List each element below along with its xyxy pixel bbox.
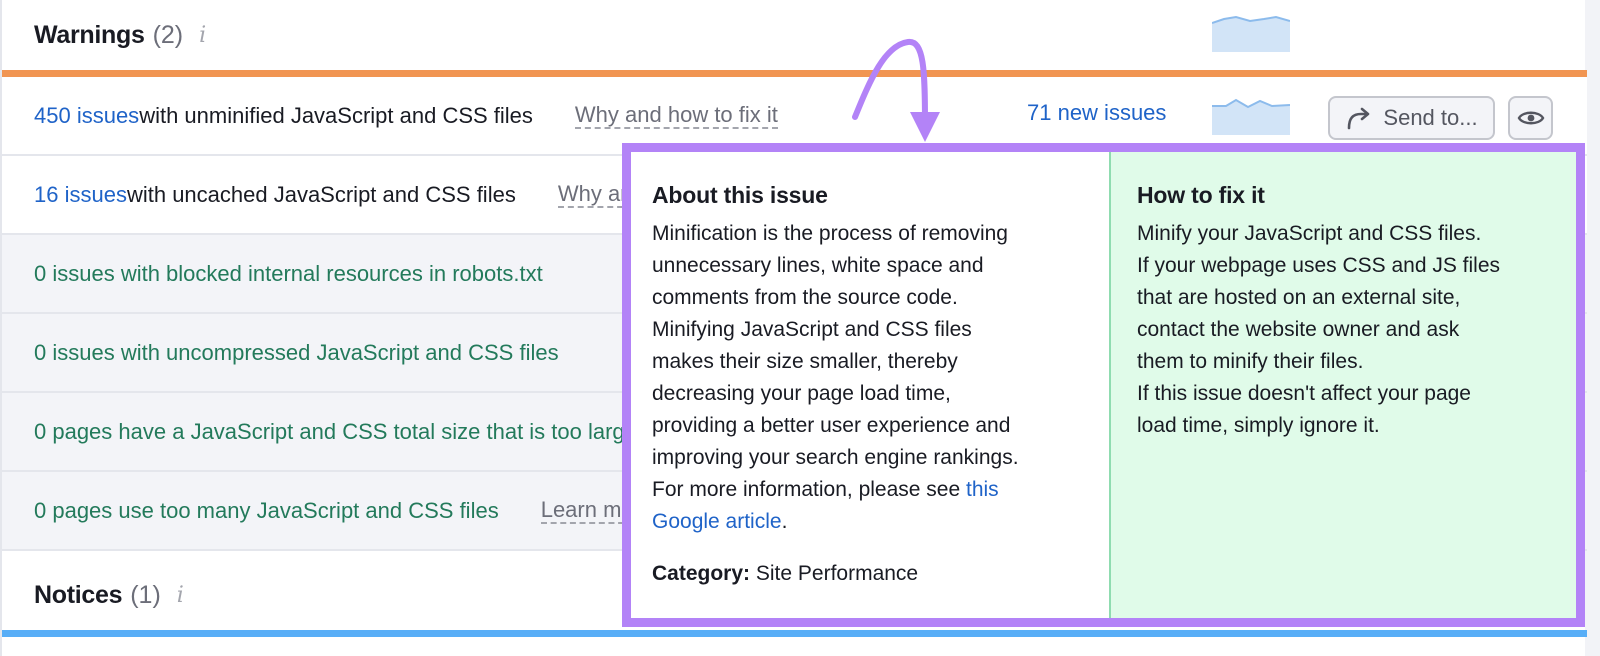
warnings-header: Warnings (2) i: [2, 0, 1587, 70]
issue-help-popover: About this issue Minification is the pro…: [622, 143, 1585, 627]
issue-trend-sparkline: [1212, 98, 1290, 135]
about-more-info-line: For more information, please see this: [652, 474, 1089, 506]
category-label: Category:: [652, 562, 751, 585]
warnings-trend-sparkline: [1212, 15, 1290, 52]
eye-icon: [1517, 111, 1544, 125]
notices-title: Notices: [34, 580, 123, 609]
why-and-how-to-fix-link[interactable]: Why and how to fix it: [574, 102, 778, 129]
notices-count: (1): [130, 580, 161, 609]
fix-line: Minify your JavaScript and CSS files.: [1137, 222, 1482, 245]
warnings-count: (2): [152, 20, 184, 49]
about-line: makes their size smaller, thereby: [652, 350, 958, 373]
issue-description: 0 pages have a JavaScript and CSS total …: [34, 418, 637, 444]
warnings-title: Warnings: [34, 20, 145, 49]
issue-description: with uncached JavaScript and CSS files: [126, 181, 516, 207]
warnings-severity-bar: [2, 70, 1587, 77]
about-line: providing a better user experience and: [652, 414, 1011, 437]
new-issues-link[interactable]: 71 new issues: [1027, 100, 1166, 126]
more-info-suffix: .: [781, 510, 788, 533]
more-info-prefix: For more information, please see: [652, 478, 966, 501]
google-article-link[interactable]: this: [966, 478, 999, 501]
fix-line: If your webpage uses CSS and JS files: [1137, 254, 1501, 277]
issue-description: 0 issues with uncompressed JavaScript an…: [34, 339, 559, 365]
fix-line: contact the website owner and ask: [1137, 318, 1460, 341]
about-line: unnecessary lines, white space and: [652, 254, 984, 277]
issue-description: 0 issues with blocked internal resources…: [34, 260, 543, 286]
about-line: Minification is the process of removing: [652, 222, 1008, 245]
issue-description: with unminified JavaScript and CSS files: [139, 102, 533, 128]
fix-title: How to fix it: [1137, 182, 1265, 208]
info-icon[interactable]: i: [199, 23, 206, 48]
notices-severity-bar: [2, 630, 1587, 637]
google-article-link[interactable]: Google article: [652, 510, 782, 533]
fix-body: Minify your JavaScript and CSS files. If…: [1137, 218, 1556, 442]
info-icon[interactable]: i: [177, 583, 184, 608]
fix-line: them to minify their files.: [1137, 350, 1364, 373]
view-issue-button[interactable]: [1508, 96, 1553, 140]
send-to-label: Send to...: [1383, 105, 1478, 130]
about-line: comments from the source code.: [652, 286, 958, 309]
about-body: Minification is the process of removing …: [652, 218, 1089, 538]
send-to-button[interactable]: Send to...: [1328, 96, 1495, 140]
issue-count-link[interactable]: 16 issues: [34, 182, 127, 208]
issue-category: Category: Site Performance: [652, 562, 1089, 586]
about-more-info-line: Google article.: [652, 506, 1089, 538]
about-this-issue-panel: About this issue Minification is the pro…: [631, 152, 1111, 618]
how-to-fix-panel: How to fix it Minify your JavaScript and…: [1111, 152, 1576, 618]
category-value: Site Performance: [750, 562, 919, 585]
about-line: improving your search engine rankings.: [652, 446, 1019, 469]
fix-line: that are hosted on an external site,: [1137, 286, 1461, 309]
issue-count-link[interactable]: 450 issues: [34, 103, 139, 129]
annotation-arrow-icon: [852, 39, 940, 142]
fix-line: If this issue doesn't affect your page: [1137, 382, 1471, 405]
share-arrow-icon: [1348, 107, 1370, 130]
about-line: decreasing your page load time,: [652, 382, 951, 405]
about-title: About this issue: [652, 182, 828, 208]
issue-description: 0 pages use too many JavaScript and CSS …: [34, 497, 499, 523]
fix-line: load time, simply ignore it.: [1137, 414, 1380, 437]
about-line: Minifying JavaScript and CSS files: [652, 318, 972, 341]
